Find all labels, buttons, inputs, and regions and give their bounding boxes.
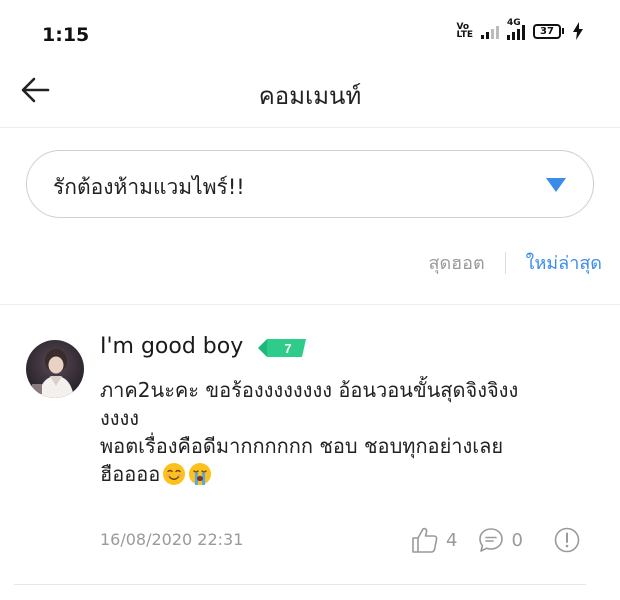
page-title: คอมเมนท์ [258,82,362,110]
battery-level: 37 [533,23,561,39]
reply-count: 0 [511,529,523,551]
sort-tab-newest[interactable]: ใหม่ล่าสุด [526,248,602,277]
like-count: 4 [446,529,458,551]
report-button[interactable] [553,526,581,554]
comment-bubble-icon [479,528,504,552]
episode-select-value: รักต้องห้ามแวมไพร์!! [53,175,245,199]
mobile-data-icon: 4G [507,18,525,40]
user-avatar-image [26,340,84,398]
status-bar: 1:15 Vo LTE 4G 37 [0,0,620,64]
smiling-face-emoji [163,463,186,485]
comment-line: งงงง [100,406,140,430]
reply-button[interactable]: 0 [477,526,523,554]
report-icon [554,527,580,553]
charging-bolt-icon [573,22,583,40]
battery-icon: 37 [533,23,564,39]
comment-divider [14,584,586,585]
comment-body: ภาค2นะคะ ขอร้องงงงงงงง อ้อนวอนขั้นสุดจิง… [100,376,590,488]
comment-username[interactable]: I'm good boy [100,334,243,359]
comment-line-last: ฮืออออ [100,460,590,488]
triangle-down-icon [546,178,566,192]
thumbs-up-icon [412,527,438,553]
comment-line: พอตเรื่องคือดีมากกกกกก ชอบ ชอบทุกอย่างเล… [100,434,504,458]
network-type-label: 4G [507,18,521,28]
signal-strength-icon [481,23,499,39]
avatar[interactable] [26,340,84,398]
sort-tab-hot[interactable]: สุดฮอต [428,248,484,277]
app-header: คอมเมนท์ [0,64,620,128]
crying-face-emoji [189,463,212,485]
comment-actions: 4 0 [410,525,581,555]
status-time: 1:15 [42,24,90,46]
like-button[interactable]: 4 [410,525,457,555]
episode-select[interactable]: รักต้องห้ามแวมไพร์!! [26,150,594,218]
level-number: 7 [284,341,291,356]
comment-timestamp: 16/08/2020 22:31 [100,530,244,549]
status-icons: Vo LTE 4G 37 [456,18,584,40]
section-divider [0,304,620,305]
level-badge: 7 [258,339,306,357]
volte-bottom-label: LTE [456,30,473,40]
sort-divider [504,251,506,274]
sort-tabs: สุดฮอต ใหม่ล่าสุด [428,248,602,277]
comment-line: ภาค2นะคะ ขอร้องงงงงงงง อ้อนวอนขั้นสุดจิง… [100,378,519,402]
volte-icon: Vo LTE [456,23,473,40]
comment-line-text: ฮืออออ [100,462,161,486]
